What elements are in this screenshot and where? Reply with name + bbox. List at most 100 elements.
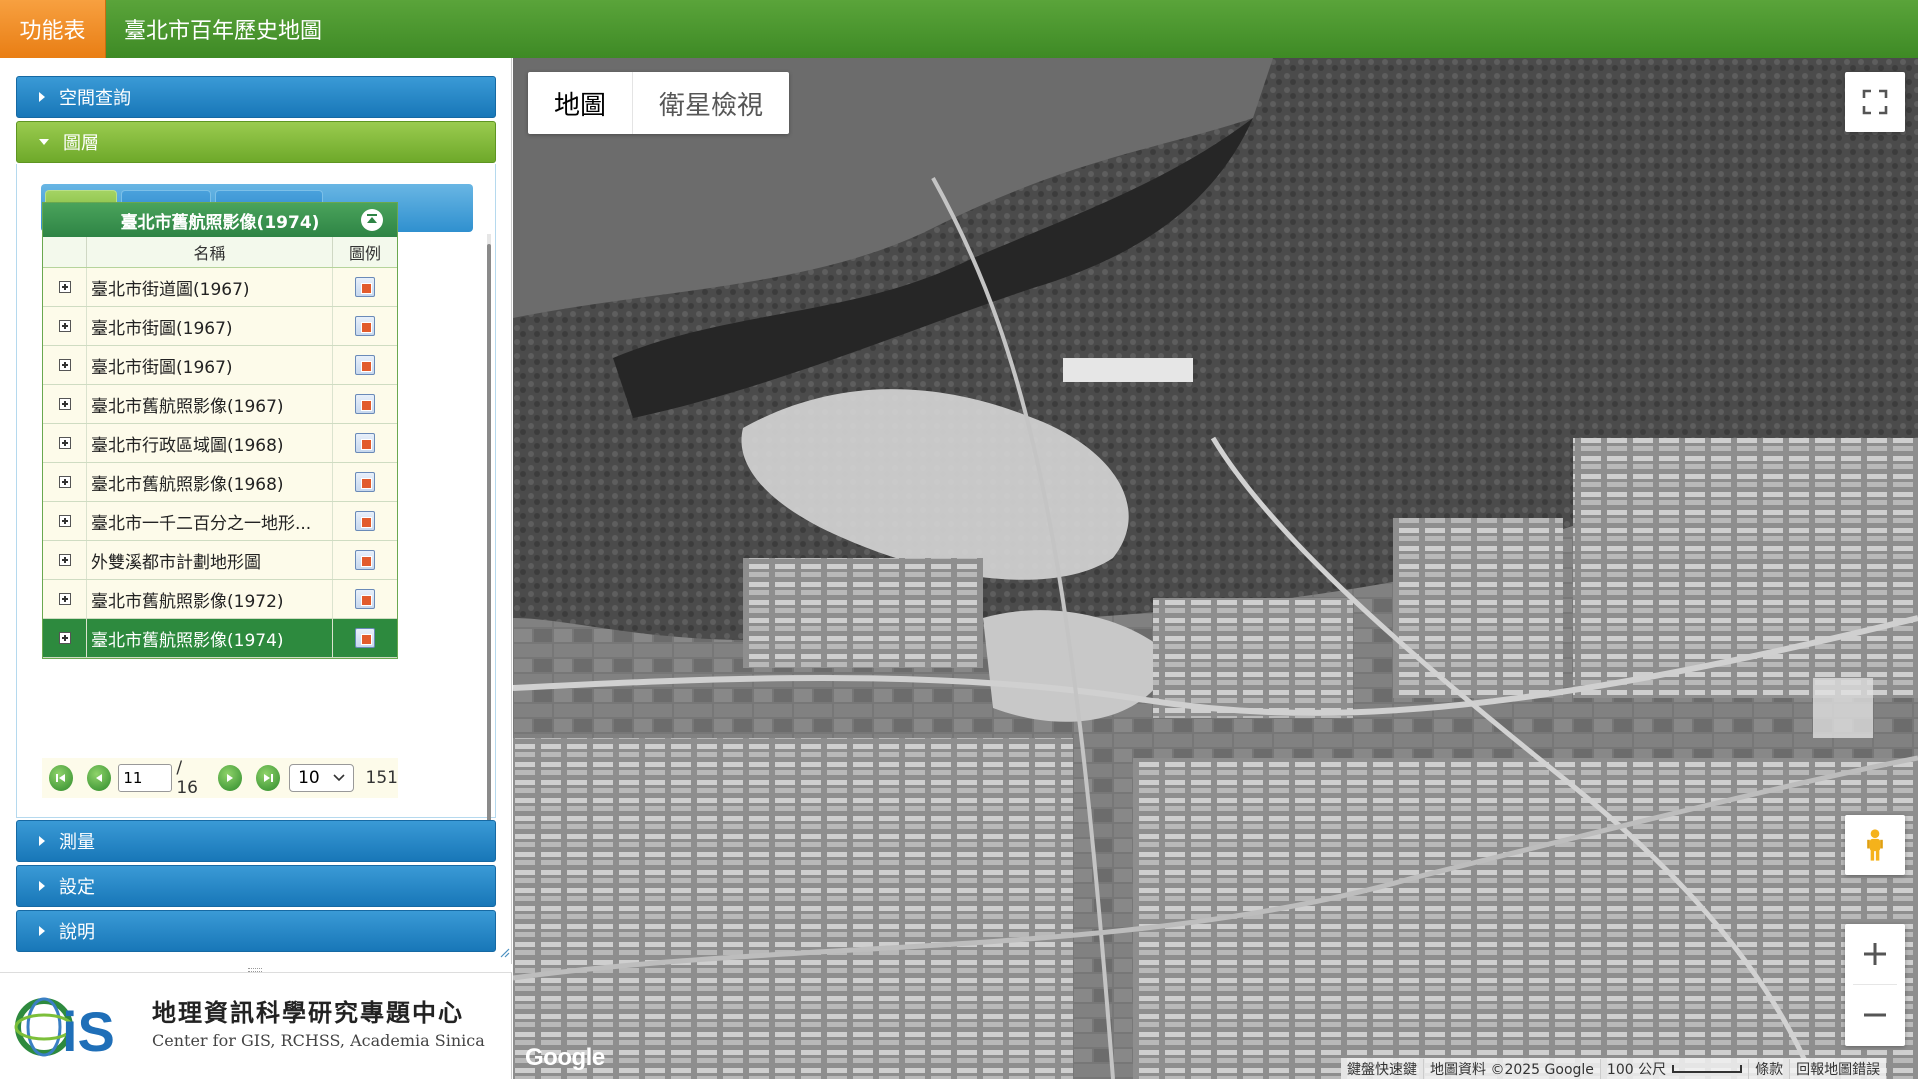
table-row[interactable]: 臺北市街圖(1967): [43, 346, 397, 385]
grid-caption: 臺北市舊航照影像(1974): [43, 203, 397, 237]
report-error-link[interactable]: 回報地圖錯誤: [1790, 1059, 1886, 1079]
chevron-right-icon: [39, 926, 45, 936]
zoom-out-icon[interactable]: [1845, 985, 1905, 1045]
layer-name: 臺北市街圖(1967): [87, 346, 333, 384]
next-page-icon[interactable]: [217, 765, 242, 791]
column-name: 名稱: [87, 237, 333, 267]
expand-plus-icon[interactable]: [58, 593, 71, 605]
scale-bar: [1672, 1064, 1743, 1073]
app-header: 功能表 臺北市百年歷史地圖: [0, 0, 1918, 58]
prev-page-icon[interactable]: [87, 765, 112, 791]
resize-grip-icon[interactable]: [500, 948, 510, 958]
function-menu-button[interactable]: 功能表: [0, 0, 106, 58]
layer-name: 外雙溪都市計劃地形圖: [87, 541, 333, 579]
accordion-label: 說明: [59, 922, 95, 943]
accordion-label: 空間查詢: [59, 88, 131, 109]
expand-plus-icon[interactable]: [58, 632, 71, 644]
table-row[interactable]: 臺北市舊航照影像(1968): [43, 463, 397, 502]
side-panel: 空間查詢 圖層 一般 使用者 線上數化 臺北市舊航照影像(1974) 名稱 圖例…: [0, 58, 512, 964]
column-legend: 圖例: [348, 244, 381, 263]
scrollbar-thumb[interactable]: [487, 244, 491, 834]
per-page-select[interactable]: 10: [289, 764, 354, 792]
layer-name: 臺北市行政區域圖(1968): [87, 424, 333, 462]
legend-icon[interactable]: [355, 277, 375, 297]
table-row[interactable]: 臺北市舊航照影像(1967): [43, 385, 397, 424]
legend-icon[interactable]: [355, 433, 375, 453]
map-attribution: 鍵盤快速鍵 地圖資料 ©2025 Google 100 公尺 條款 回報地圖錯誤: [1341, 1058, 1887, 1079]
legend-icon[interactable]: [355, 355, 375, 375]
legend-icon[interactable]: [355, 628, 375, 648]
chevron-right-icon: [39, 881, 45, 891]
logo-english-name: Center for GIS, RCHSS, Academia Sinica: [152, 1031, 485, 1050]
aerial-photo-layer: [513, 58, 1918, 1079]
accordion-label: 測量: [59, 832, 95, 853]
table-row[interactable]: 臺北市舊航照影像(1972): [43, 580, 397, 619]
page-total: / 16: [176, 758, 198, 798]
legend-icon[interactable]: [355, 316, 375, 336]
zoom-control: [1845, 924, 1905, 1046]
app-title: 臺北市百年歷史地圖: [124, 19, 323, 44]
layer-name: 臺北市街圖(1967): [87, 307, 333, 345]
logo-chinese-name: 地理資訊科學研究專題中心: [152, 998, 464, 1027]
layer-name: 臺北市一千二百分之一地形...: [87, 502, 333, 540]
expand-plus-icon[interactable]: [58, 476, 71, 488]
gis-logo: iS: [14, 997, 115, 1063]
chevron-down-icon: [332, 774, 345, 782]
expand-plus-icon[interactable]: [58, 515, 71, 527]
map-type-map-button[interactable]: 地圖: [528, 72, 634, 134]
map-data-credit: 地圖資料 ©2025 Google: [1424, 1058, 1601, 1079]
collapse-icon[interactable]: [361, 209, 383, 231]
chevron-right-icon: [39, 836, 45, 846]
table-row[interactable]: 臺北市行政區域圖(1968): [43, 424, 397, 463]
pager: / 16 10 151: [42, 758, 398, 798]
first-page-icon[interactable]: [49, 765, 74, 791]
legend-icon[interactable]: [355, 394, 375, 414]
per-page-value: 10: [298, 768, 320, 788]
legend-icon[interactable]: [355, 589, 375, 609]
last-page-icon[interactable]: [255, 765, 281, 791]
legend-icon[interactable]: [355, 472, 375, 492]
accordion-layers[interactable]: 圖層: [16, 121, 496, 163]
accordion-label: 設定: [59, 877, 95, 898]
expand-plus-icon[interactable]: [58, 320, 71, 332]
table-row[interactable]: 臺北市一千二百分之一地形...: [43, 502, 397, 541]
layer-name: 臺北市街道圖(1967): [87, 268, 333, 306]
keyboard-shortcuts-link[interactable]: 鍵盤快速鍵: [1341, 1058, 1424, 1079]
scale-indicator[interactable]: 100 公尺: [1601, 1058, 1750, 1079]
layer-name: 臺北市舊航照影像(1968): [87, 463, 333, 501]
legend-icon[interactable]: [355, 511, 375, 531]
record-count: 151: [365, 768, 398, 788]
page-number-input[interactable]: [118, 764, 173, 792]
accordion-settings[interactable]: 設定: [16, 865, 496, 907]
table-row[interactable]: 臺北市街道圖(1967): [43, 268, 397, 307]
expand-plus-icon[interactable]: [58, 554, 71, 566]
expand-plus-icon[interactable]: [58, 359, 71, 371]
accordion-measure[interactable]: 測量: [16, 820, 496, 862]
expand-plus-icon[interactable]: [58, 398, 71, 410]
google-logo: Google: [525, 1044, 605, 1071]
map-type-satellite-button[interactable]: 衛星檢視: [633, 72, 789, 134]
layer-name: 臺北市舊航照影像(1972): [87, 580, 333, 618]
layer-name: 臺北市舊航照影像(1967): [87, 385, 333, 423]
table-row[interactable]: 臺北市街圖(1967): [43, 307, 397, 346]
table-row[interactable]: 臺北市舊航照影像(1974): [43, 619, 397, 658]
table-row[interactable]: 外雙溪都市計劃地形圖: [43, 541, 397, 580]
accordion-label: 圖層: [63, 133, 99, 154]
legend-icon[interactable]: [355, 550, 375, 570]
chevron-right-icon: [39, 92, 45, 102]
svg-text:iS: iS: [62, 1000, 115, 1063]
accordion-spatial-query[interactable]: 空間查詢: [16, 76, 496, 118]
terms-link[interactable]: 條款: [1749, 1058, 1791, 1079]
layer-name: 臺北市舊航照影像(1974): [87, 619, 333, 657]
grid-header: 名稱 圖例: [43, 237, 397, 268]
map-view[interactable]: 地圖 衛星檢視 Google 鍵盤快速鍵 地圖資料 ©2025 Google 1…: [513, 58, 1918, 1079]
accordion-help[interactable]: 說明: [16, 910, 496, 952]
expand-plus-icon[interactable]: [58, 281, 71, 293]
pegman-icon[interactable]: [1845, 815, 1905, 875]
grid-title: 臺北市舊航照影像(1974): [120, 212, 320, 233]
fullscreen-icon[interactable]: [1845, 72, 1905, 132]
zoom-in-icon[interactable]: [1845, 924, 1905, 984]
layer-grid: 臺北市舊航照影像(1974) 名稱 圖例 臺北市街道圖(1967) 臺北市街圖(1…: [42, 202, 398, 659]
logo-area: iS 地理資訊科學研究專題中心 Center for GIS, RCHSS, A…: [0, 972, 512, 1079]
expand-plus-icon[interactable]: [58, 437, 71, 449]
